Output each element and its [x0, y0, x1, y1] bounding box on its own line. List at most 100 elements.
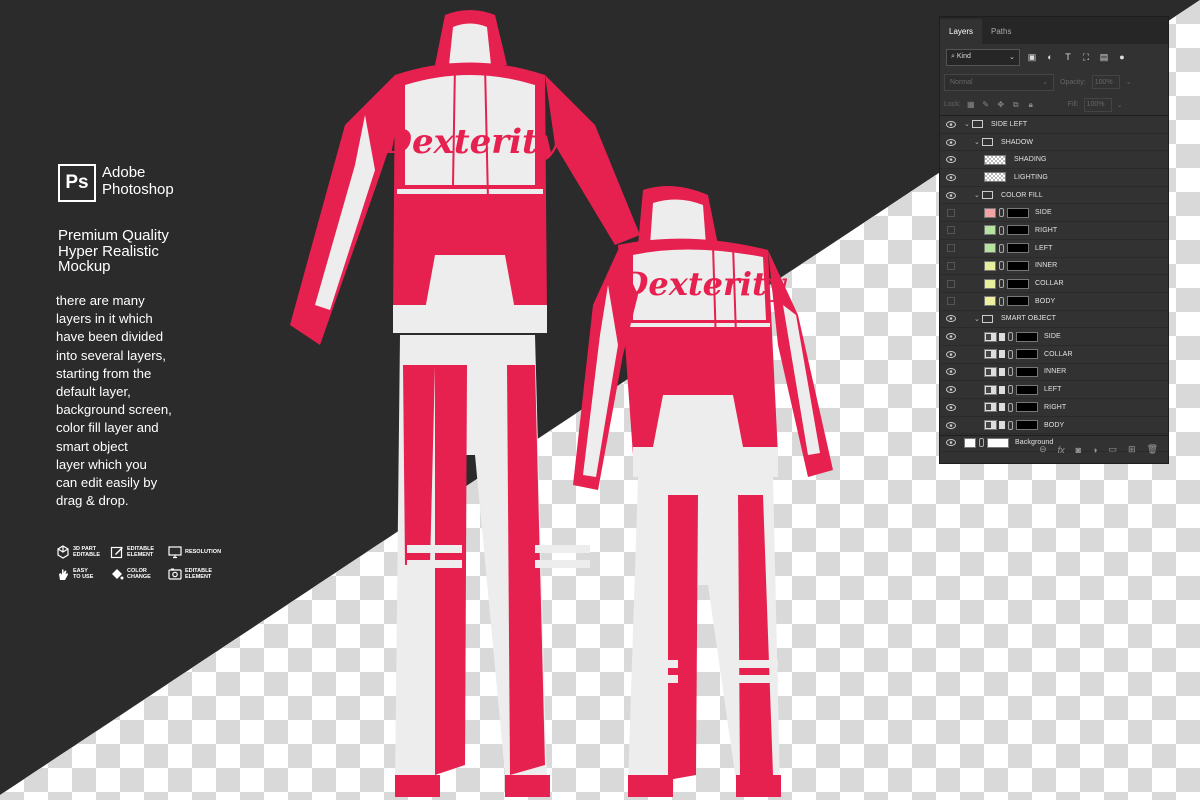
layer-row[interactable]: LIGHTING	[940, 169, 1168, 187]
visibility-toggle-off[interactable]	[940, 261, 962, 270]
layer-row[interactable]: INNER	[940, 364, 1168, 382]
fx-icon[interactable]: fx	[1058, 445, 1065, 455]
tab-layers[interactable]: Layers	[940, 19, 983, 44]
smart-object-thumbnail[interactable]	[984, 420, 997, 431]
eye-icon[interactable]	[940, 156, 962, 164]
mask-icon[interactable]: ◙	[1076, 445, 1081, 455]
fill-swatch[interactable]	[984, 260, 996, 271]
opacity-input[interactable]: 100%	[1091, 75, 1120, 89]
fill-swatch[interactable]	[984, 243, 996, 254]
smart-object-badge-icon	[999, 332, 1005, 341]
layer-row[interactable]: BODY	[940, 417, 1168, 435]
promo-title-line: Mockup	[58, 258, 111, 275]
fill-swatch[interactable]	[984, 278, 996, 289]
layer-row[interactable]: SHADING	[940, 151, 1168, 170]
smart-object-thumbnail[interactable]	[984, 366, 997, 377]
layer-row[interactable]: LEFT	[940, 381, 1168, 399]
visibility-toggle-off[interactable]	[940, 226, 962, 235]
layer-name: COLLAR	[1044, 350, 1073, 358]
lock-paint-icon[interactable]: ✎	[981, 100, 991, 110]
layer-mask-thumbnail[interactable]	[1007, 260, 1029, 271]
eye-icon[interactable]	[940, 403, 962, 411]
eye-icon[interactable]	[940, 138, 962, 146]
layer-row[interactable]: RIGHT	[940, 399, 1168, 417]
layer-row[interactable]: ⌄ SIDE LEFT	[940, 116, 1168, 134]
layer-row[interactable]: SIDE	[940, 328, 1168, 346]
eye-icon[interactable]	[940, 368, 962, 376]
layer-row[interactable]: SIDE	[940, 204, 1168, 223]
layer-mask-thumbnail[interactable]	[1016, 384, 1038, 395]
layer-mask-thumbnail[interactable]	[1007, 296, 1029, 307]
layer-mask-thumbnail[interactable]	[1016, 420, 1038, 431]
lock-move-icon[interactable]: ✥	[996, 100, 1006, 110]
visibility-toggle-off[interactable]	[940, 244, 962, 253]
lock-label: Lock:	[944, 101, 961, 108]
expand-chevron-icon[interactable]: ⌄	[974, 191, 982, 199]
promo-line: into several layers,	[56, 347, 166, 363]
fill-swatch[interactable]	[984, 296, 996, 307]
smart-object-thumbnail[interactable]	[984, 402, 997, 413]
layer-row[interactable]: INNER	[940, 258, 1168, 276]
layer-row[interactable]: RIGHT	[940, 222, 1168, 240]
adjustment-icon[interactable]: ◑	[1092, 445, 1097, 455]
smart-object-thumbnail[interactable]	[984, 349, 997, 360]
eye-icon[interactable]	[940, 386, 962, 394]
layer-mask-thumbnail[interactable]	[1016, 402, 1038, 413]
fill-swatch[interactable]	[984, 207, 996, 218]
layer-row[interactable]: LEFT	[940, 240, 1168, 258]
layer-mask-thumbnail[interactable]	[1016, 331, 1038, 342]
new-layer-icon[interactable]: ⊞	[1128, 444, 1136, 455]
eye-icon[interactable]	[940, 333, 962, 341]
fill-input[interactable]: 100%	[1083, 97, 1112, 112]
lock-all-icon[interactable]: 🔒︎	[1026, 100, 1036, 110]
visibility-toggle-off[interactable]	[940, 279, 962, 288]
promo-line: there are many	[56, 293, 145, 308]
eye-icon[interactable]	[940, 173, 962, 181]
image-filter-icon[interactable]: ▣	[1026, 51, 1038, 63]
visibility-toggle-off[interactable]	[940, 208, 962, 217]
trash-icon[interactable]: 🗑︎	[1147, 444, 1158, 455]
smart-object-filter-icon[interactable]: ▤	[1098, 51, 1110, 63]
layer-mask-thumbnail[interactable]	[1007, 278, 1029, 289]
expand-chevron-icon[interactable]: ⌄	[964, 120, 972, 128]
eye-icon[interactable]	[940, 315, 962, 323]
kind-filter-select[interactable]: ⌕ Kind ⌄	[946, 48, 1020, 66]
type-filter-icon[interactable]: T	[1062, 51, 1074, 63]
layer-mask-thumbnail[interactable]	[1016, 366, 1038, 377]
smart-object-thumbnail[interactable]	[984, 331, 997, 342]
layer-name: BODY	[1035, 297, 1056, 305]
layer-mask-thumbnail[interactable]	[1007, 225, 1029, 236]
smart-object-thumbnail[interactable]	[984, 384, 997, 395]
tab-paths[interactable]: Paths	[982, 19, 1020, 44]
folder-icon[interactable]: ▭	[1109, 444, 1118, 455]
blend-mode-select[interactable]: Normal ⌄	[944, 73, 1054, 91]
lock-transparent-icon[interactable]: ▦	[966, 100, 976, 110]
layer-row[interactable]: BODY	[940, 293, 1168, 311]
filter-toggle-icon[interactable]: ●	[1116, 51, 1128, 63]
link-icon[interactable]: ⊖	[1039, 444, 1047, 455]
visibility-toggle-off[interactable]	[940, 297, 962, 306]
layer-mask-thumbnail[interactable]	[1007, 207, 1029, 218]
eye-icon[interactable]	[940, 191, 962, 199]
chain-link-icon	[1008, 420, 1013, 430]
eye-icon[interactable]	[940, 421, 962, 429]
adjustment-filter-icon[interactable]: ◐	[1044, 51, 1056, 63]
eye-icon[interactable]	[940, 120, 962, 128]
fill-swatch[interactable]	[984, 225, 996, 236]
shape-filter-icon[interactable]: ⛶	[1080, 51, 1092, 63]
layer-mask-thumbnail[interactable]	[1007, 243, 1029, 254]
layer-mask-thumbnail[interactable]	[1016, 349, 1038, 360]
chevron-down-icon[interactable]: ⌄	[1126, 78, 1132, 86]
layer-name: LEFT	[1035, 244, 1053, 252]
layer-row[interactable]: COLLAR	[940, 275, 1168, 293]
layer-row[interactable]: ⌄ SHADOW	[940, 134, 1168, 152]
eye-icon[interactable]	[940, 350, 962, 358]
expand-chevron-icon[interactable]: ⌄	[974, 138, 982, 146]
lock-artboard-icon[interactable]: ⧉	[1011, 100, 1021, 110]
layer-row[interactable]: ⌄ COLOR FILL	[940, 187, 1168, 205]
layer-row[interactable]: COLLAR	[940, 346, 1168, 364]
layer-row[interactable]: ⌄ SMART OBJECT	[940, 311, 1168, 329]
chevron-down-icon[interactable]: ⌄	[1117, 101, 1123, 109]
expand-chevron-icon[interactable]: ⌄	[974, 315, 982, 323]
layers-list: ⌄ SIDE LEFT ⌄ SHADOW SHADING LIGHTING ⌄ COLOR F…	[940, 116, 1168, 453]
